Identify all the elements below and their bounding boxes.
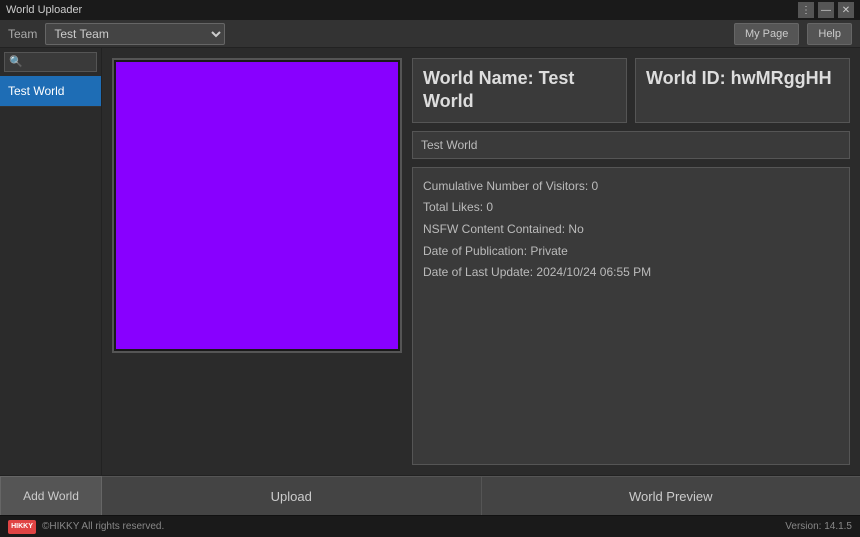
world-name-box: World Name: Test World <box>412 58 627 123</box>
title-bar-left: World Uploader <box>6 4 82 16</box>
search-input[interactable] <box>4 52 97 72</box>
world-preview-button[interactable]: World Preview <box>482 476 860 515</box>
app-title: World Uploader <box>6 4 82 16</box>
thumbnail-image <box>116 62 398 349</box>
menu-bar: Team Test Team Personal My Page Help <box>0 20 860 48</box>
world-list-item[interactable]: Test World <box>0 76 101 107</box>
stat-likes: Total Likes: 0 <box>423 197 839 219</box>
world-stats: Cumulative Number of Visitors: 0 Total L… <box>412 167 850 465</box>
team-select[interactable]: Test Team Personal <box>45 23 225 45</box>
info-panel: World Name: Test World World ID: hwMRggH… <box>412 58 850 465</box>
menu-button[interactable]: ⋮ <box>798 2 814 18</box>
bottom-bar: Add World Upload World Preview <box>0 475 860 515</box>
minimize-button[interactable]: — <box>818 2 834 18</box>
world-list: Test World <box>0 76 101 475</box>
help-button[interactable]: Help <box>807 23 852 45</box>
stat-publication: Date of Publication: Private <box>423 241 839 263</box>
bottom-actions: Upload World Preview <box>102 476 860 515</box>
menu-right: My Page Help <box>734 23 852 45</box>
footer-copyright: ©HIKKY All rights reserved. <box>42 521 164 532</box>
thumbnail-container <box>112 58 402 353</box>
footer: HIKKY ©HIKKY All rights reserved. Versio… <box>0 515 860 537</box>
my-page-button[interactable]: My Page <box>734 23 799 45</box>
top-row: World Name: Test World World ID: hwMRggH… <box>112 58 850 465</box>
world-header: World Name: Test World World ID: hwMRggH… <box>412 58 850 123</box>
main-area: Test World World Name: Test World World … <box>0 48 860 475</box>
world-id-box: World ID: hwMRggHH <box>635 58 850 123</box>
add-world-button[interactable]: Add World <box>0 476 102 515</box>
stat-visitors: Cumulative Number of Visitors: 0 <box>423 176 839 198</box>
upload-button[interactable]: Upload <box>102 476 482 515</box>
stat-last-update: Date of Last Update: 2024/10/24 06:55 PM <box>423 262 839 284</box>
title-bar-controls: ⋮ — ✕ <box>798 2 854 18</box>
search-bar <box>0 48 101 76</box>
team-label: Team <box>8 27 37 41</box>
hikky-logo: HIKKY <box>8 520 36 534</box>
sidebar: Test World <box>0 48 102 475</box>
footer-version: Version: 14.1.5 <box>785 521 852 532</box>
stat-nsfw: NSFW Content Contained: No <box>423 219 839 241</box>
footer-left: HIKKY ©HIKKY All rights reserved. <box>8 520 164 534</box>
world-description: Test World <box>412 131 850 159</box>
close-button[interactable]: ✕ <box>838 2 854 18</box>
menu-left: Team Test Team Personal <box>8 23 225 45</box>
title-bar: World Uploader ⋮ — ✕ <box>0 0 860 20</box>
content-area: World Name: Test World World ID: hwMRggH… <box>102 48 860 475</box>
